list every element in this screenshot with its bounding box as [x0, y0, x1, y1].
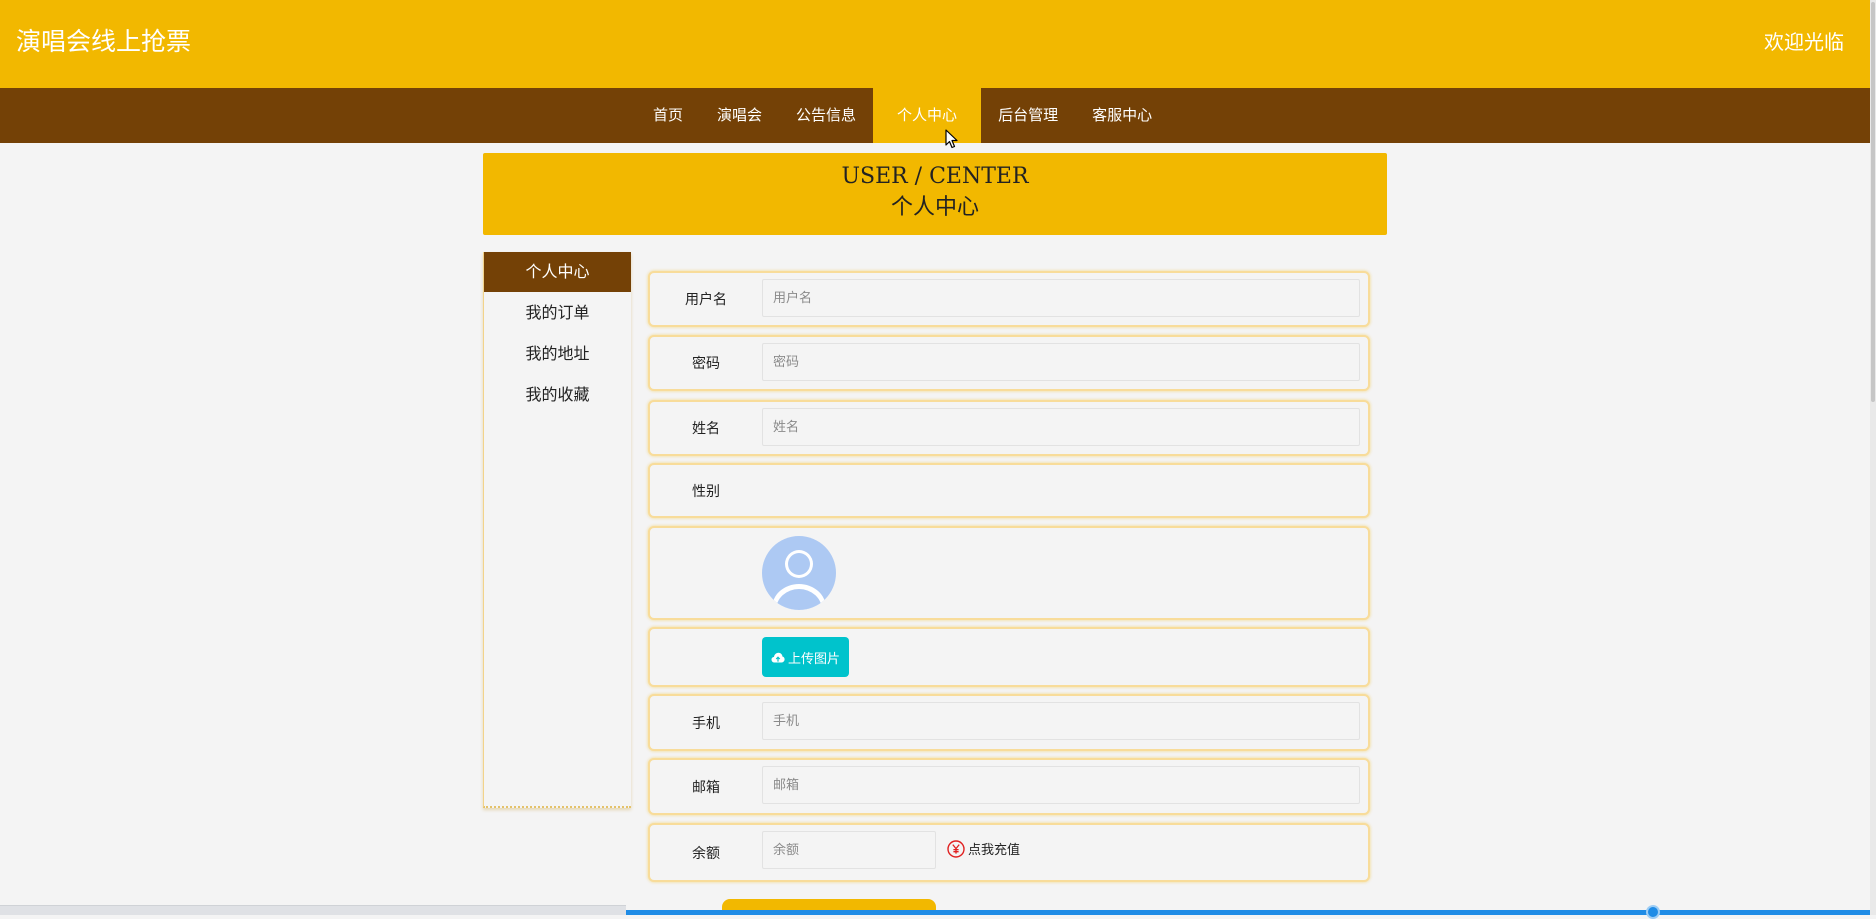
password-input[interactable]	[762, 343, 1360, 381]
upload-image-button[interactable]: 上传图片	[762, 637, 849, 677]
yen-icon	[947, 839, 965, 858]
sidebar-item-user-center[interactable]: 个人中心	[484, 252, 631, 292]
cloud-upload-icon	[771, 652, 785, 662]
balance-label: 余额	[692, 845, 720, 862]
top-header: 演唱会线上抢票 欢迎光临	[0, 0, 1870, 88]
form-row-gender: 性别	[648, 463, 1370, 518]
sidebar-item-my-favorites[interactable]: 我的收藏	[484, 375, 631, 415]
form-row-name: 姓名	[648, 400, 1370, 456]
nav-item-home[interactable]: 首页	[636, 88, 700, 143]
upload-image-label: 上传图片	[787, 651, 840, 667]
nav-item-announcements[interactable]: 公告信息	[779, 88, 873, 143]
gender-label: 性别	[692, 483, 720, 500]
sidebar-item-my-addresses[interactable]: 我的地址	[484, 334, 631, 374]
mouse-cursor-icon	[945, 129, 958, 149]
horizontal-scroll-track[interactable]	[626, 910, 1870, 915]
nav-list: 首页 演唱会 公告信息 个人中心 后台管理 客服中心	[636, 88, 1169, 143]
horizontal-scroll-handle[interactable]	[1646, 905, 1660, 919]
balance-input[interactable]	[762, 831, 936, 869]
nav-item-user-center[interactable]: 个人中心	[873, 88, 982, 143]
site-title[interactable]: 演唱会线上抢票	[16, 26, 191, 58]
form-row-phone: 手机	[648, 694, 1370, 751]
nav-item-customer-service[interactable]: 客服中心	[1075, 88, 1169, 143]
form-row-email: 邮箱	[648, 758, 1370, 815]
form-row-password: 密码	[648, 335, 1370, 391]
nav-item-admin[interactable]: 后台管理	[981, 88, 1075, 143]
form-row-avatar	[648, 526, 1370, 620]
email-input[interactable]	[762, 766, 1360, 804]
name-label: 姓名	[692, 421, 720, 437]
email-label: 邮箱	[692, 779, 720, 796]
phone-input[interactable]	[762, 702, 1360, 740]
vertical-scrollbar[interactable]	[1870, 0, 1876, 915]
form-row-upload: 上传图片	[648, 627, 1370, 687]
default-avatar-icon	[762, 536, 836, 610]
page-title-en: USER / CENTER	[841, 164, 1029, 189]
browser-status-bar	[0, 905, 626, 915]
recharge-label: 点我充值	[968, 843, 1021, 858]
page-title-banner: USER / CENTER 个人中心	[483, 153, 1387, 235]
username-input[interactable]	[762, 279, 1360, 317]
form-row-username: 用户名	[648, 271, 1370, 327]
username-label: 用户名	[685, 292, 727, 308]
recharge-link[interactable]: 点我充值	[947, 839, 1020, 858]
phone-label: 手机	[692, 715, 720, 732]
sidebar-item-my-orders[interactable]: 我的订单	[484, 293, 631, 333]
main-nav: 首页 演唱会 公告信息 个人中心 后台管理 客服中心	[0, 88, 1870, 143]
user-center-sidebar: 个人中心 我的订单 我的地址 我的收藏	[483, 252, 631, 808]
password-label: 密码	[692, 356, 720, 372]
name-input[interactable]	[762, 408, 1360, 446]
vertical-scroll-thumb[interactable]	[1871, 2, 1875, 402]
form-row-balance: 余额 点我充值	[648, 823, 1370, 882]
welcome-text: 欢迎光临	[1764, 30, 1844, 54]
page-title-cn: 个人中心	[890, 195, 979, 220]
nav-item-concerts[interactable]: 演唱会	[700, 88, 779, 143]
